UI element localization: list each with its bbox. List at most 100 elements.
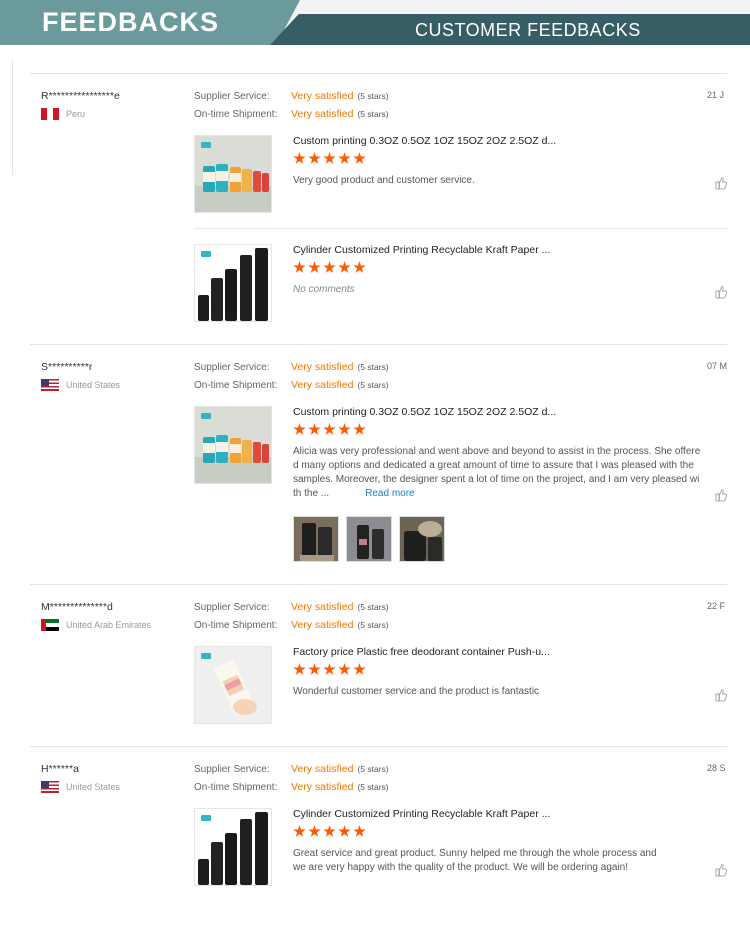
star-icon — [308, 825, 321, 837]
supplier-service-value: Very satisfied — [291, 601, 354, 613]
review-photo-thumbnail[interactable] — [346, 516, 392, 562]
review-item: R****************e Peru Supplier Service… — [30, 90, 727, 345]
comment-line: Alicia was very professional and went ab… — [293, 446, 701, 457]
us-flag-icon — [41, 379, 59, 391]
star-icon — [308, 663, 321, 675]
product-image[interactable] — [194, 135, 272, 213]
supplier-service-value: Very satisfied — [291, 90, 354, 102]
thumbs-up-icon[interactable] — [715, 863, 727, 877]
review-comment: No comments — [293, 284, 355, 295]
comment-line: samples. Moreover, the designer spent a … — [293, 474, 700, 485]
reviewer-country: Peru — [41, 108, 85, 120]
on-time-shipment-label: On-time Shipment: — [194, 782, 278, 793]
product-title[interactable]: Factory price Plastic free deodorant con… — [293, 646, 550, 658]
stars-note: (5 stars) — [357, 380, 389, 390]
star-icon — [293, 663, 306, 675]
country-label: United States — [66, 782, 121, 792]
star-icon — [323, 261, 336, 273]
country-label: Peru — [66, 109, 86, 119]
review-comment: Wonderful customer service and the produ… — [293, 686, 540, 697]
stars-note: (5 stars) — [357, 620, 389, 630]
read-more-link[interactable]: Read more — [365, 488, 414, 499]
review-divider — [30, 344, 727, 345]
product-title[interactable]: Cylinder Customized Printing Recyclable … — [293, 244, 550, 256]
thumbs-up-icon[interactable] — [715, 176, 727, 190]
thumbs-up-icon[interactable] — [715, 488, 727, 502]
review-date: 07 M — [707, 361, 727, 371]
peru-flag-icon — [41, 108, 59, 120]
thumbs-up-icon[interactable] — [715, 285, 727, 299]
reviewer-country: United States — [41, 379, 120, 391]
country-label: United Arab Emirates — [66, 620, 152, 630]
on-time-shipment-label: On-time Shipment: — [194, 109, 278, 120]
product-title[interactable]: Custom printing 0.3OZ 0.5OZ 1OZ 15OZ 2OZ… — [293, 135, 556, 147]
on-time-shipment-value: Very satisfied — [291, 619, 354, 631]
product-review: Cylinder Customized Printing Recyclable … — [194, 244, 727, 324]
reviewer-name: S**********r — [41, 361, 93, 373]
product-stars — [293, 423, 366, 436]
stars-note: (5 stars) — [357, 91, 389, 101]
star-icon — [338, 261, 351, 273]
reviewer-name: H******a — [41, 763, 79, 775]
review-item: M**************d United Arab Emirates Su… — [30, 601, 727, 747]
supplier-service-rating: Supplier Service: Very satisfied (5 stars) — [194, 601, 389, 613]
reviewer-name: M**************d — [41, 601, 113, 613]
product-review: Custom printing 0.3OZ 0.5OZ 1OZ 15OZ 2OZ… — [194, 135, 727, 215]
star-icon — [308, 423, 321, 435]
reviewer-country: United States — [41, 781, 120, 793]
product-title[interactable]: Custom printing 0.3OZ 0.5OZ 1OZ 15OZ 2OZ… — [293, 406, 556, 418]
stars-note: (5 stars) — [357, 782, 389, 792]
supplier-service-value: Very satisfied — [291, 763, 354, 775]
product-title[interactable]: Cylinder Customized Printing Recyclable … — [293, 808, 550, 820]
reviewer-country: United Arab Emirates — [41, 619, 151, 631]
review-comment: Great service and great product. Sunny h… — [293, 847, 657, 875]
supplier-service-label: Supplier Service: — [194, 602, 270, 613]
star-icon — [353, 152, 366, 164]
star-icon — [308, 152, 321, 164]
star-icon — [323, 152, 336, 164]
star-icon — [338, 663, 351, 675]
product-image[interactable] — [194, 646, 272, 724]
left-divider — [12, 60, 13, 175]
on-time-shipment-label: On-time Shipment: — [194, 380, 278, 391]
stars-note: (5 stars) — [357, 602, 389, 612]
review-comment: Alicia was very professional and went ab… — [293, 445, 717, 501]
star-icon — [338, 423, 351, 435]
review-divider — [30, 584, 727, 585]
product-image[interactable] — [194, 406, 272, 484]
on-time-shipment-value: Very satisfied — [291, 781, 354, 793]
review-date: 22 F — [707, 601, 726, 611]
review-date: 28 S — [707, 763, 726, 773]
on-time-shipment-rating: On-time Shipment: Very satisfied (5 stars) — [194, 619, 389, 631]
review-photo-thumbnail[interactable] — [293, 516, 339, 562]
supplier-service-rating: Supplier Service: Very satisfied (5 stars) — [194, 90, 389, 102]
star-icon — [293, 423, 306, 435]
supplier-service-label: Supplier Service: — [194, 91, 270, 102]
star-icon — [338, 152, 351, 164]
country-label: United States — [66, 380, 121, 390]
top-divider — [30, 73, 727, 74]
on-time-shipment-value: Very satisfied — [291, 379, 354, 391]
review-photo-thumbnail[interactable] — [399, 516, 445, 562]
thumbs-up-icon[interactable] — [715, 688, 727, 702]
product-divider — [194, 228, 727, 229]
star-icon — [293, 261, 306, 273]
supplier-service-label: Supplier Service: — [194, 362, 270, 373]
review-photos — [293, 516, 445, 562]
stars-note: (5 stars) — [357, 764, 389, 774]
stars-note: (5 stars) — [357, 362, 389, 372]
uae-flag-icon — [41, 619, 59, 631]
comment-line: Great service and great product. Sunny h… — [293, 848, 657, 859]
supplier-service-rating: Supplier Service: Very satisfied (5 stars) — [194, 763, 389, 775]
star-icon — [353, 663, 366, 675]
product-image[interactable] — [194, 808, 272, 886]
header-banner: FEEDBACKS CUSTOMER FEEDBACKS — [0, 0, 750, 45]
review-item: S**********r United States Supplier Serv… — [30, 361, 727, 585]
supplier-service-label: Supplier Service: — [194, 764, 270, 775]
supplier-service-value: Very satisfied — [291, 361, 354, 373]
star-icon — [293, 152, 306, 164]
comment-line: we are very happy with the quality of th… — [293, 862, 628, 873]
section-title: CUSTOMER FEEDBACKS — [415, 20, 641, 40]
product-image[interactable] — [194, 244, 272, 322]
comment-line: d many options and dedicated a great amo… — [293, 460, 694, 471]
